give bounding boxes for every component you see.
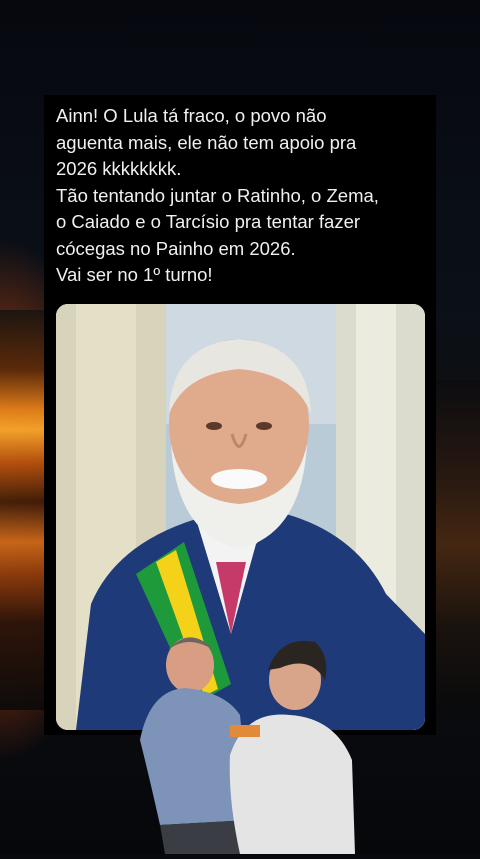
smile — [211, 469, 267, 489]
laughing-men-illustration — [140, 637, 355, 854]
left-eye — [206, 422, 222, 430]
right-eye — [256, 422, 272, 430]
tweet-line: aguenta mais, ele não tem apoio pra — [56, 131, 357, 153]
tweet-line: Tão tentando juntar o Ratinho, o Zema, — [56, 184, 379, 206]
tweet-line: Vai ser no 1º turno! — [56, 264, 213, 285]
background-sunset-right-strip — [436, 380, 480, 710]
background-sunset-left-strip — [0, 310, 44, 710]
laughing-men-overlay — [130, 620, 360, 854]
tweet-line: cócegas no Painho em 2026. — [56, 237, 296, 259]
tweet-line: Ainn! O Lula tá fraco, o povo não — [56, 105, 327, 126]
tweet-text: Ainn! O Lula tá fraco, o povo não aguent… — [56, 103, 428, 289]
right-man-watch — [230, 725, 260, 737]
tweet-line: o Caiado e o Tarcísio pra tentar fazer — [56, 211, 361, 232]
tweet-line: 2026 kkkkkkkk. — [56, 158, 182, 179]
